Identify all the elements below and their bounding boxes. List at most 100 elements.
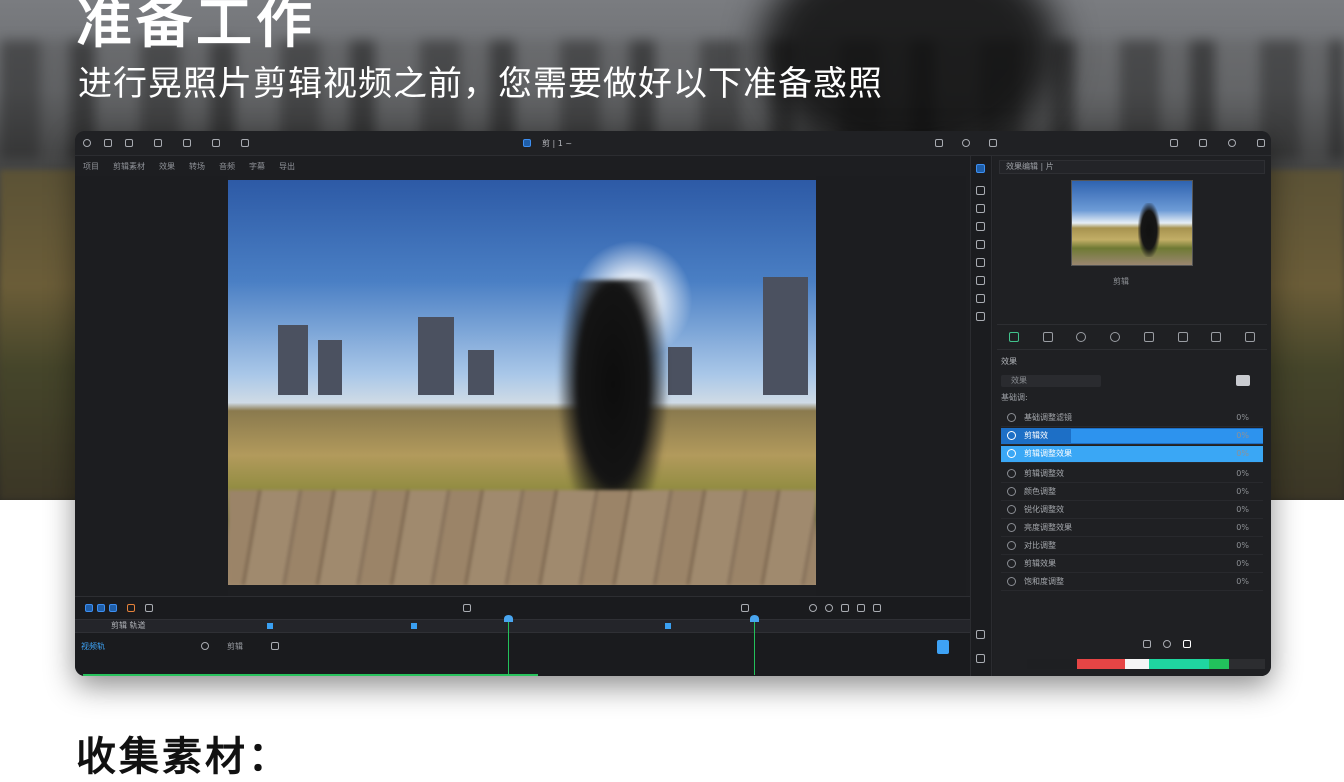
export-icon[interactable]: [241, 139, 249, 147]
mask-icon[interactable]: [1177, 332, 1188, 342]
marker-icon[interactable]: [741, 604, 749, 612]
preview-panel-header[interactable]: 效果编辑 | 片: [999, 160, 1265, 174]
lock-icon[interactable]: [271, 642, 279, 650]
zoom-out-icon[interactable]: [873, 604, 881, 612]
level-icon[interactable]: [1008, 332, 1019, 342]
effect-row-label: 对比调整: [1024, 541, 1056, 550]
visibility-icon[interactable]: [1007, 541, 1016, 550]
visibility-icon[interactable]: [1007, 577, 1016, 586]
search-icon[interactable]: [1076, 332, 1087, 342]
media-icon[interactable]: [183, 139, 191, 147]
gear-icon[interactable]: [83, 139, 91, 147]
razor-icon[interactable]: [976, 204, 985, 213]
workspace-label[interactable]: 剪 | 1 ~: [542, 138, 572, 149]
more-icon[interactable]: [1257, 139, 1265, 147]
volume-icon[interactable]: [825, 604, 833, 612]
clip-thumbnail[interactable]: [1071, 180, 1193, 266]
eye-icon[interactable]: [201, 642, 209, 650]
text-tag-button[interactable]: [1236, 375, 1250, 386]
info-icon[interactable]: [1163, 640, 1171, 648]
effect-row[interactable]: 锐化调整效 0%: [1001, 502, 1263, 519]
clip-marker[interactable]: [665, 623, 671, 629]
effect-row-selected[interactable]: 剪辑效 0%: [1001, 428, 1263, 445]
layout-icon[interactable]: [523, 139, 531, 147]
page-icon[interactable]: [1183, 640, 1191, 648]
shape-icon[interactable]: [976, 276, 985, 285]
playhead[interactable]: [504, 615, 513, 675]
visibility-icon[interactable]: [1007, 505, 1016, 514]
effect-row[interactable]: 颜色调整 0%: [1001, 484, 1263, 501]
snap-icon[interactable]: [841, 604, 849, 612]
select-icon[interactable]: [976, 164, 985, 173]
fx-icon[interactable]: [1228, 139, 1236, 147]
loop-icon[interactable]: [145, 604, 153, 612]
menu-item-effects[interactable]: 效果: [159, 161, 175, 172]
clip-marker[interactable]: [411, 623, 417, 629]
curve-icon[interactable]: [1042, 332, 1053, 342]
playhead[interactable]: [750, 615, 759, 675]
effect-row-label: 剪辑调整效果: [1024, 449, 1072, 458]
effect-row-value: 0%: [1236, 505, 1249, 514]
effect-row[interactable]: 亮度调整效果 0%: [1001, 520, 1263, 537]
effect-row[interactable]: 剪辑调整效 0%: [1001, 466, 1263, 483]
right-gutter: [816, 176, 966, 596]
text-icon[interactable]: [976, 258, 985, 267]
trim-icon[interactable]: [976, 186, 985, 195]
color-gradient-bar[interactable]: [1027, 659, 1265, 669]
properties-panel: 效果编辑 | 片 剪辑 效果 效果 基础调: 基础调整滤镜 0% 剪辑效 0%: [993, 156, 1271, 676]
visibility-icon[interactable]: [1007, 413, 1016, 422]
settings-icon[interactable]: [212, 139, 220, 147]
menu-item-audio[interactable]: 音频: [219, 161, 235, 172]
video-preview[interactable]: [228, 180, 816, 585]
record-icon[interactable]: [127, 604, 135, 612]
hand-icon[interactable]: [125, 139, 133, 147]
hand-tool-icon[interactable]: [976, 312, 985, 321]
layer-label[interactable]: 视频轨: [81, 641, 105, 652]
menu-item-project[interactable]: 项目: [83, 161, 99, 172]
zoom-icon[interactable]: [976, 294, 985, 303]
menu-item-titles[interactable]: 字幕: [249, 161, 265, 172]
menu-item-clips[interactable]: 剪辑素材: [113, 161, 145, 172]
import-icon[interactable]: [154, 139, 162, 147]
pause-icon[interactable]: [97, 604, 105, 612]
menu-item-export[interactable]: 导出: [279, 161, 295, 172]
eyedropper-icon[interactable]: [1143, 332, 1154, 342]
scope-icon[interactable]: [1211, 332, 1222, 342]
visibility-icon[interactable]: [1007, 431, 1016, 440]
pen-icon[interactable]: [976, 240, 985, 249]
visibility-icon[interactable]: [1007, 449, 1016, 458]
effect-row[interactable]: 基础调整滤镜 0%: [1001, 410, 1263, 427]
visibility-icon[interactable]: [1007, 559, 1016, 568]
slip-icon[interactable]: [976, 222, 985, 231]
stack-icon[interactable]: [935, 139, 943, 147]
clip-marker[interactable]: [267, 623, 273, 629]
menu-item-transitions[interactable]: 转场: [189, 161, 205, 172]
effects-search-input[interactable]: 效果: [1001, 375, 1101, 387]
effect-row[interactable]: 饱和度调整 0%: [1001, 574, 1263, 591]
cut-icon[interactable]: [1170, 139, 1178, 147]
top-toolbar: 剪 | 1 ~: [75, 131, 1271, 156]
stop-icon[interactable]: [109, 604, 117, 612]
zoom-in-icon[interactable]: [857, 604, 865, 612]
audio-icon[interactable]: [809, 604, 817, 612]
settings-icon[interactable]: [1245, 332, 1256, 342]
visibility-icon[interactable]: [1007, 523, 1016, 532]
grid-icon[interactable]: [1143, 640, 1151, 648]
sync-icon[interactable]: [962, 139, 970, 147]
add-track-button[interactable]: [937, 640, 949, 654]
panel-icon[interactable]: [989, 139, 997, 147]
visibility-icon[interactable]: [1007, 487, 1016, 496]
effect-row[interactable]: 剪辑效果 0%: [1001, 556, 1263, 573]
effect-row[interactable]: 对比调整 0%: [1001, 538, 1263, 555]
frame-icon[interactable]: [463, 604, 471, 612]
crop-icon[interactable]: [1199, 139, 1207, 147]
undo-icon[interactable]: [104, 139, 112, 147]
effect-row-selected[interactable]: 剪辑调整效果 0%: [1001, 446, 1263, 463]
visibility-icon[interactable]: [1007, 469, 1016, 478]
snap-icon[interactable]: [976, 654, 985, 663]
color-wheel-icon[interactable]: [1110, 332, 1121, 342]
building: [763, 277, 808, 395]
timeline-ruler-track[interactable]: 剪辑 轨道: [75, 619, 970, 633]
link-icon[interactable]: [976, 630, 985, 639]
play-icon[interactable]: [85, 604, 93, 612]
